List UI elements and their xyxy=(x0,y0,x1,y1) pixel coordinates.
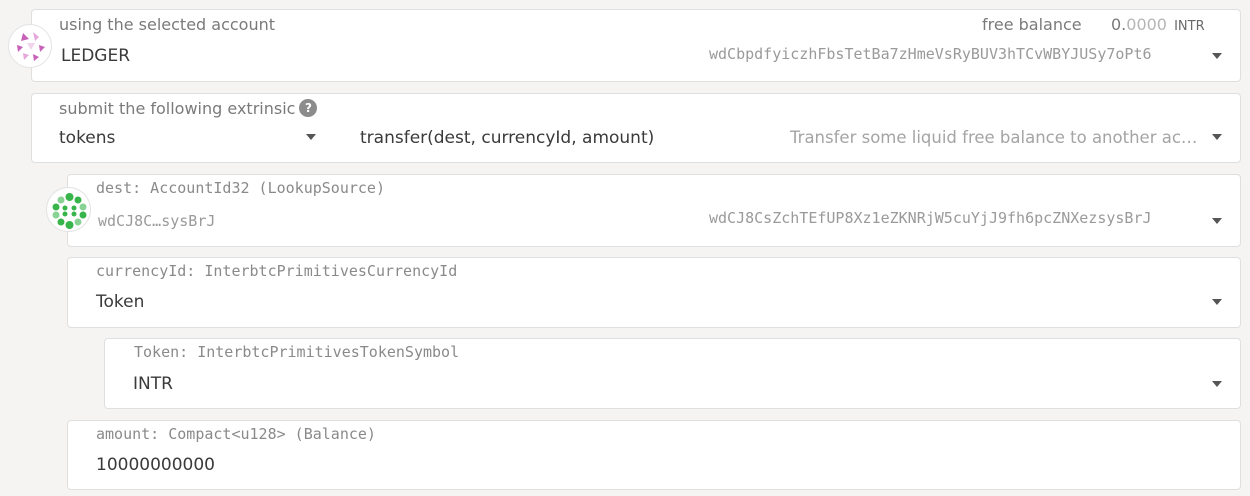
balance-int: 0. xyxy=(1111,15,1127,34)
help-icon[interactable]: ? xyxy=(299,99,318,117)
method-select[interactable]: transfer(dest, currencyId, amount) xyxy=(360,128,654,148)
account-dropdown-caret[interactable] xyxy=(1212,53,1222,59)
balance-unit: INTR xyxy=(1174,19,1205,34)
dest-param[interactable]: dest: AccountId32 (LookupSource) wdCJ8C…… xyxy=(67,174,1241,247)
dest-address: wdCJ8CsZchTEfUP8Xz1eZKNRjW5cuYjJ9fh6pcZN… xyxy=(709,209,1152,227)
currency-value: Token xyxy=(96,292,145,312)
dest-dropdown-caret[interactable] xyxy=(1212,218,1222,224)
token-value: INTR xyxy=(133,374,173,394)
balance-frac: 0000 xyxy=(1126,15,1167,34)
amount-input[interactable]: 10000000000 xyxy=(96,455,215,475)
currency-param[interactable]: currencyId: InterbtcPrimitivesCurrencyId… xyxy=(67,257,1241,328)
amount-label: amount: Compact<u128> (Balance) xyxy=(96,425,376,443)
dest-short-address: wdCJ8C…sysBrJ xyxy=(98,212,216,230)
dest-identicon-icon xyxy=(46,187,91,232)
section-select[interactable]: tokens xyxy=(59,128,115,148)
currency-dropdown-caret[interactable] xyxy=(1212,299,1222,305)
extrinsic-label-text: submit the following extrinsic xyxy=(59,99,296,118)
free-balance-value: 0.0000 INTR xyxy=(1111,15,1205,34)
extrinsic-label: submit the following extrinsic? xyxy=(59,99,318,118)
token-label: Token: InterbtcPrimitivesTokenSymbol xyxy=(134,343,460,361)
currency-label: currencyId: InterbtcPrimitivesCurrencyId xyxy=(96,262,458,280)
amount-param: amount: Compact<u128> (Balance) 10000000… xyxy=(67,420,1241,490)
method-description: Transfer some liquid free balance to ano… xyxy=(790,128,1198,147)
dest-label: dest: AccountId32 (LookupSource) xyxy=(96,179,385,197)
free-balance-label: free balance xyxy=(982,15,1082,34)
extrinsic-selector: submit the following extrinsic? tokens t… xyxy=(31,93,1241,163)
account-label: using the selected account xyxy=(59,15,276,34)
account-identicon-icon xyxy=(8,24,52,68)
account-name: LEDGER xyxy=(61,46,131,66)
account-selector[interactable]: using the selected account LEDGER free b… xyxy=(31,9,1241,82)
token-dropdown-caret[interactable] xyxy=(1212,381,1222,387)
account-address: wdCbpdfyiczhFbsTetBa7zHmeVsRyBUV3hTCvWBY… xyxy=(709,45,1152,63)
token-param[interactable]: Token: InterbtcPrimitivesTokenSymbol INT… xyxy=(104,338,1241,409)
section-dropdown-caret[interactable] xyxy=(306,134,316,140)
method-dropdown-caret[interactable] xyxy=(1212,134,1222,140)
